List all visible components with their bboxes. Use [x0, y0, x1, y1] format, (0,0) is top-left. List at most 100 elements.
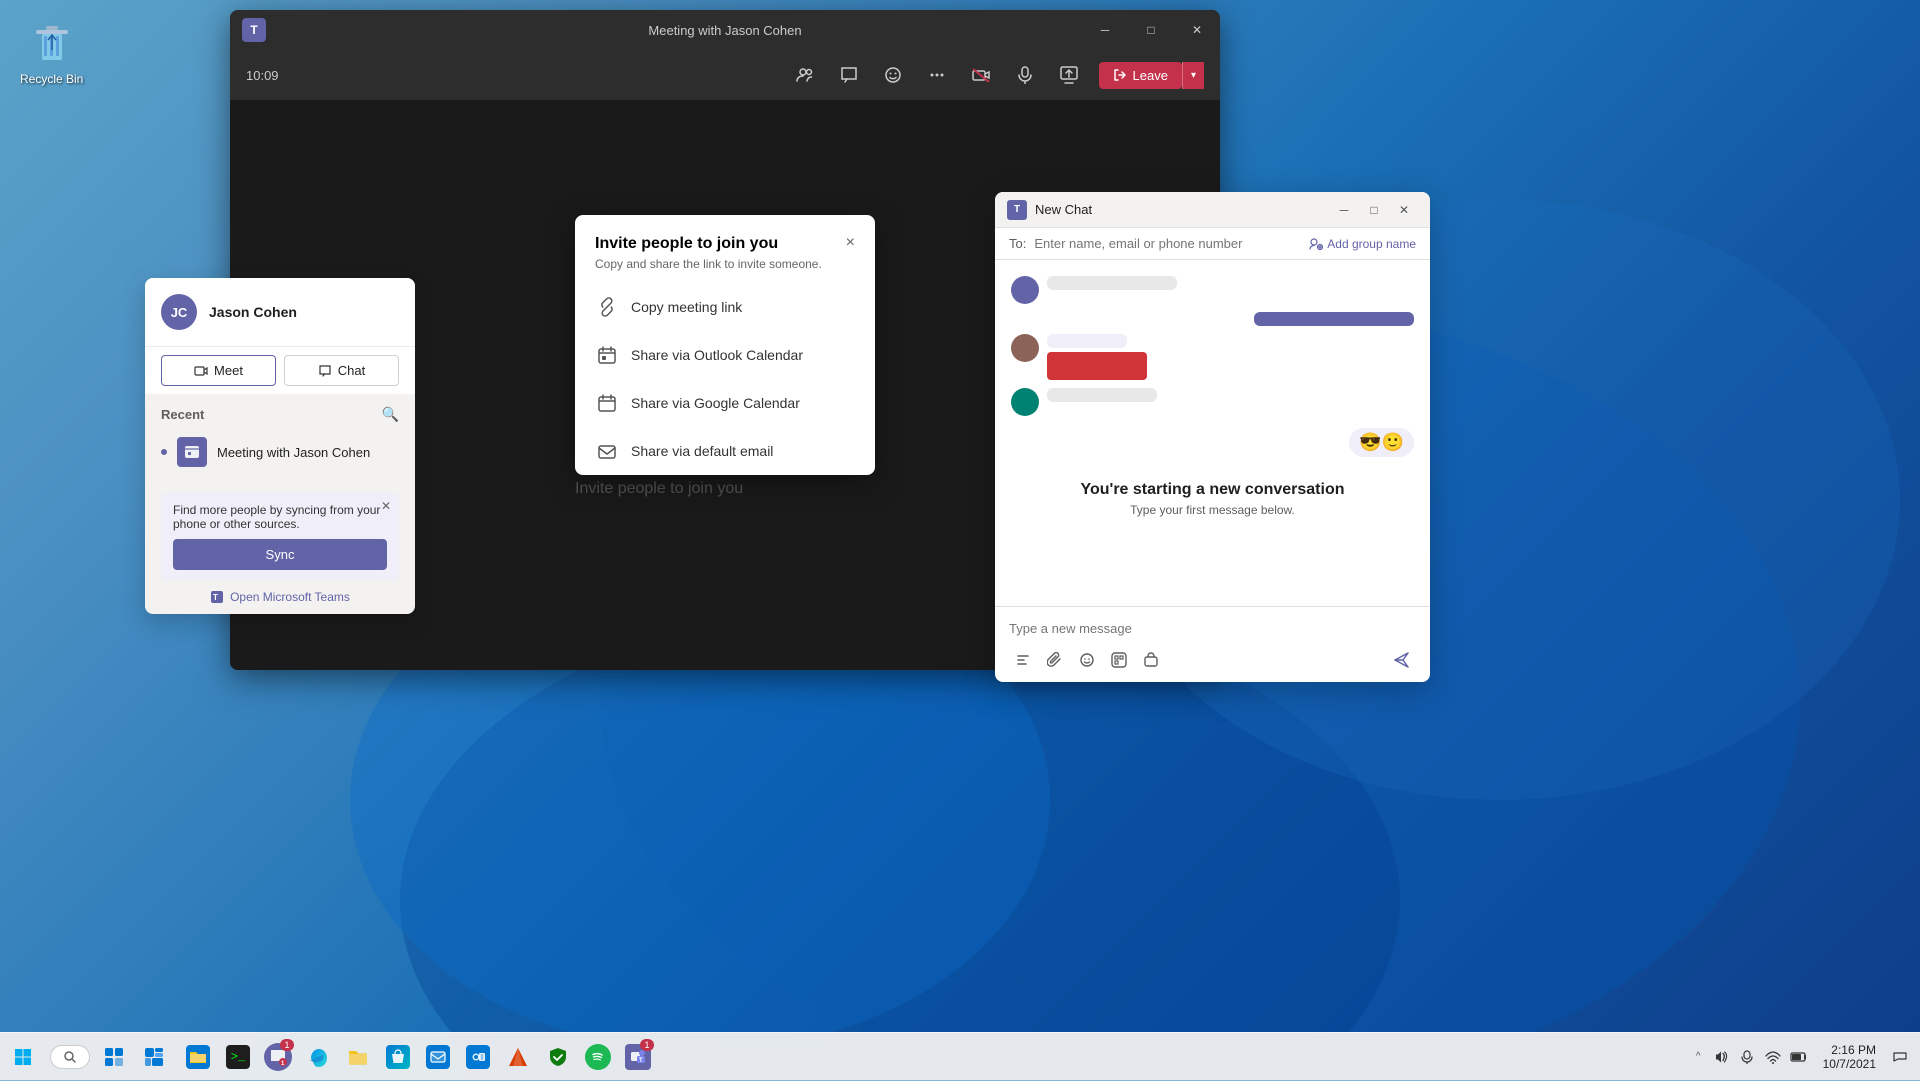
loop-button[interactable] — [1137, 646, 1165, 674]
office-icon — [506, 1045, 530, 1069]
teams-chat-badge: 1 — [280, 1039, 294, 1051]
share-google-button[interactable]: Share via Google Calendar — [575, 379, 875, 427]
new-chat-minimize[interactable]: ─ — [1330, 196, 1358, 224]
notification-button[interactable] — [1888, 1045, 1912, 1069]
copy-meeting-link-button[interactable]: Copy meeting link — [575, 283, 875, 331]
outlook-calendar-icon — [595, 343, 619, 367]
close-button[interactable]: ✕ — [1174, 10, 1220, 50]
window-controls: ─ □ ✕ — [1082, 10, 1220, 50]
store-taskbar[interactable] — [378, 1033, 418, 1081]
share-email-button[interactable]: Share via default email — [575, 427, 875, 475]
chat-contact-button[interactable]: Chat — [284, 355, 399, 386]
new-chat-close[interactable]: ✕ — [1390, 196, 1418, 224]
emoji-bubble: 😎🙂 — [1349, 428, 1414, 457]
taskbar-right: ^ — [1692, 1043, 1920, 1071]
google-calendar-icon — [595, 391, 619, 415]
widgets-button[interactable] — [134, 1033, 174, 1081]
send-button[interactable] — [1388, 646, 1416, 674]
spotify-taskbar[interactable] — [578, 1033, 618, 1081]
outlook-taskbar[interactable] — [458, 1033, 498, 1081]
meet-button[interactable]: Meet — [161, 355, 276, 386]
new-chat-toolbar — [1009, 642, 1416, 674]
widgets-icon — [142, 1045, 166, 1069]
invite-modal-subtitle: Copy and share the link to invite someon… — [595, 257, 822, 271]
new-chat-message-input[interactable] — [1009, 615, 1416, 642]
reactions-button[interactable] — [875, 57, 911, 93]
teams-taskbar[interactable]: T 1 — [618, 1033, 658, 1081]
people-button[interactable] — [787, 57, 823, 93]
avatar-1 — [1011, 276, 1039, 304]
recycle-bin-label: Recycle Bin — [20, 72, 83, 86]
mic-tray-icon[interactable] — [1735, 1045, 1759, 1069]
file-explorer-taskbar[interactable] — [178, 1033, 218, 1081]
invite-modal-title: Invite people to join you — [595, 235, 822, 253]
loop-icon — [1143, 652, 1159, 668]
open-teams-link[interactable]: T Open Microsoft Teams — [145, 580, 415, 614]
maximize-button[interactable]: □ — [1128, 10, 1174, 50]
sync-button[interactable]: Sync — [173, 539, 387, 570]
invite-modal-close-button[interactable]: × — [846, 235, 855, 251]
teams-link-icon: T — [210, 590, 224, 604]
more-button[interactable] — [919, 57, 955, 93]
sticker-button[interactable] — [1105, 646, 1133, 674]
format-button[interactable] — [1009, 646, 1037, 674]
spotify-icon — [585, 1044, 611, 1070]
svg-text:T: T — [213, 593, 218, 602]
speaker-icon[interactable] — [1709, 1045, 1733, 1069]
recycle-bin-svg — [28, 20, 76, 68]
battery-icon[interactable] — [1787, 1045, 1811, 1069]
taskbar-clock[interactable]: 2:16 PM 10/7/2021 — [1815, 1043, 1884, 1071]
leave-button-group: Leave ▾ — [1099, 62, 1204, 89]
leave-dropdown[interactable]: ▾ — [1182, 62, 1204, 89]
sync-close-button[interactable]: ✕ — [381, 499, 391, 513]
show-hidden-button[interactable]: ^ — [1692, 1051, 1705, 1062]
invite-modal-header: Invite people to join you Copy and share… — [575, 215, 875, 283]
mail-taskbar[interactable] — [418, 1033, 458, 1081]
new-chat-maximize[interactable]: □ — [1360, 196, 1388, 224]
new-chat-to-input[interactable] — [1034, 236, 1301, 251]
security-taskbar[interactable] — [538, 1033, 578, 1081]
taskbar-search[interactable] — [50, 1045, 90, 1069]
terminal-symbol: >_ — [231, 1050, 245, 1064]
network-icon[interactable] — [1761, 1045, 1785, 1069]
terminal-taskbar[interactable]: >_ — [218, 1033, 258, 1081]
chat-contact-icon — [318, 364, 332, 378]
emoji-button[interactable] — [1073, 646, 1101, 674]
share-outlook-label: Share via Outlook Calendar — [631, 347, 803, 363]
chat-button[interactable] — [831, 57, 867, 93]
leave-button[interactable]: Leave — [1099, 62, 1182, 89]
contact-recent-section: Recent 🔍 Meeting with Jason Cohen — [145, 394, 415, 481]
share-icon — [1059, 65, 1079, 85]
taskbar-tray — [1709, 1045, 1811, 1069]
new-chat-body: 😎🙂 You're starting a new conversation Ty… — [995, 260, 1430, 606]
bubble-2 — [1254, 312, 1414, 326]
file-explorer-icon — [186, 1045, 210, 1069]
share-button[interactable] — [1051, 57, 1087, 93]
recent-meeting-item[interactable]: Meeting with Jason Cohen — [161, 431, 399, 473]
store-svg — [390, 1049, 406, 1065]
widgets-svg — [143, 1046, 165, 1068]
minimize-button[interactable]: ─ — [1082, 10, 1128, 50]
file-explorer2-taskbar[interactable] — [338, 1033, 378, 1081]
teams-logo: T — [242, 18, 266, 42]
avatar-2 — [1011, 334, 1039, 362]
office-taskbar[interactable] — [498, 1033, 538, 1081]
svg-text:T: T — [639, 1058, 643, 1064]
recycle-bin[interactable]: Recycle Bin — [20, 20, 83, 86]
edge-taskbar[interactable] — [298, 1033, 338, 1081]
start-button[interactable] — [0, 1033, 46, 1081]
email-icon — [595, 439, 619, 463]
recent-search-icon[interactable]: 🔍 — [382, 406, 399, 423]
chat-emoji-row: 😎🙂 — [1011, 428, 1414, 457]
share-outlook-button[interactable]: Share via Outlook Calendar — [575, 331, 875, 379]
mic-button[interactable] — [1007, 57, 1043, 93]
camera-button[interactable] — [963, 57, 999, 93]
teams-chat-taskbar[interactable]: 1 1 — [258, 1033, 298, 1081]
leave-icon — [1113, 68, 1127, 82]
msg-group-1 — [1047, 276, 1177, 290]
bubble-1a — [1047, 276, 1177, 290]
task-view-button[interactable] — [94, 1033, 134, 1081]
spotify-svg — [590, 1049, 606, 1065]
add-group-button[interactable]: Add group name — [1309, 237, 1416, 251]
attach-button[interactable] — [1041, 646, 1069, 674]
